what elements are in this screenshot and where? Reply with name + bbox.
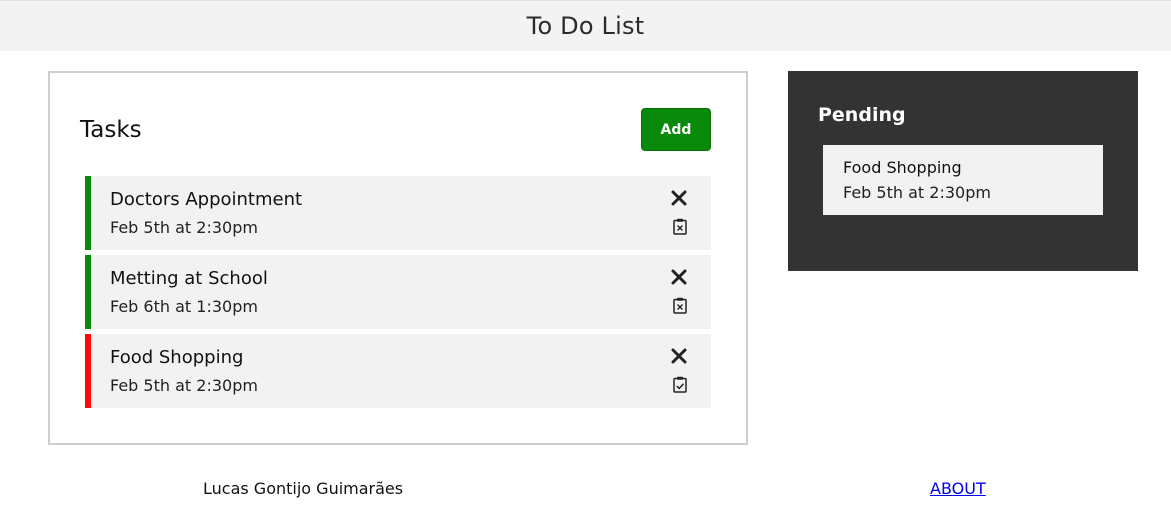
- close-icon[interactable]: [670, 189, 688, 207]
- clipboard-check-icon[interactable]: [673, 376, 687, 393]
- task-date: Feb 6th at 1:30pm: [110, 297, 258, 316]
- task-title: Food Shopping: [110, 347, 244, 368]
- pending-item[interactable]: Food Shopping Feb 5th at 2:30pm: [823, 145, 1103, 215]
- pending-panel: Pending Food Shopping Feb 5th at 2:30pm: [788, 71, 1138, 271]
- app-header: To Do List: [0, 0, 1171, 51]
- task-item[interactable]: Doctors Appointment Feb 5th at 2:30pm: [85, 176, 711, 250]
- pending-item-title: Food Shopping: [843, 158, 962, 177]
- pending-item-date: Feb 5th at 2:30pm: [843, 183, 991, 202]
- footer-author: Lucas Gontijo Guimarães: [203, 479, 404, 498]
- pending-title: Pending: [818, 104, 906, 126]
- add-task-button[interactable]: Add: [641, 108, 711, 151]
- clipboard-x-icon[interactable]: [673, 297, 687, 314]
- task-title: Doctors Appointment: [110, 189, 303, 210]
- close-icon[interactable]: [670, 347, 688, 365]
- task-date: Feb 5th at 2:30pm: [110, 218, 258, 237]
- task-title: Metting at School: [110, 268, 268, 289]
- tasks-title: Tasks: [80, 117, 142, 143]
- task-item[interactable]: Metting at School Feb 6th at 1:30pm: [85, 255, 711, 329]
- about-link[interactable]: ABOUT: [930, 479, 986, 498]
- task-item[interactable]: Food Shopping Feb 5th at 2:30pm: [85, 334, 711, 408]
- tasks-card: Tasks Add Doctors Appointment Feb 5th at…: [48, 71, 748, 445]
- close-icon[interactable]: [670, 268, 688, 286]
- page-title: To Do List: [526, 12, 645, 40]
- task-date: Feb 5th at 2:30pm: [110, 376, 258, 395]
- clipboard-x-icon[interactable]: [673, 218, 687, 235]
